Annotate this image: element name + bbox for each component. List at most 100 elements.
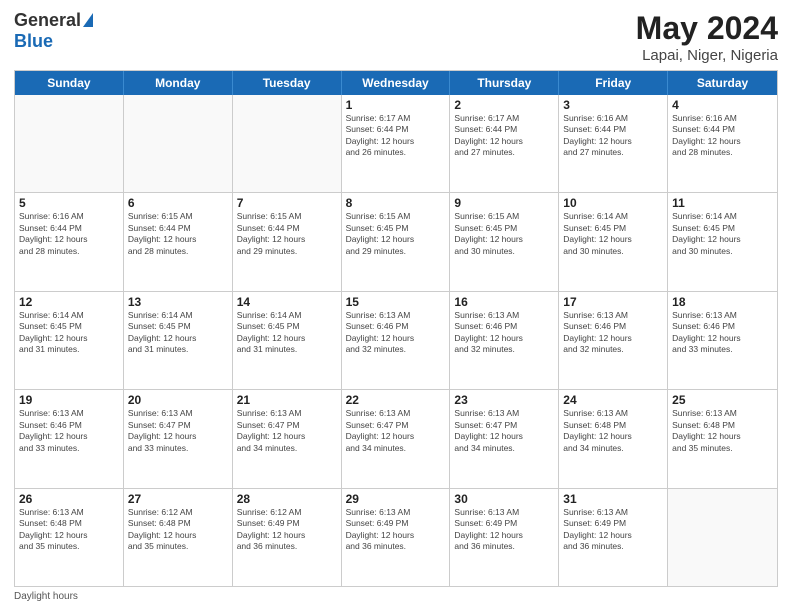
cal-week-row: 19Sunrise: 6:13 AMSunset: 6:46 PMDayligh… [15,390,777,488]
title-area: May 2024 Lapai, Niger, Nigeria [636,10,778,64]
cal-header-day: Tuesday [233,71,342,95]
cell-date-number: 7 [237,196,337,210]
cell-date-number: 22 [346,393,446,407]
cal-cell: 30Sunrise: 6:13 AMSunset: 6:49 PMDayligh… [450,489,559,586]
cell-date-number: 5 [19,196,119,210]
cell-date-number: 20 [128,393,228,407]
cell-info-text: Sunrise: 6:13 AMSunset: 6:46 PMDaylight:… [346,310,446,356]
cell-date-number: 9 [454,196,554,210]
cell-date-number: 30 [454,492,554,506]
cal-header-day: Saturday [668,71,777,95]
cell-info-text: Sunrise: 6:13 AMSunset: 6:46 PMDaylight:… [672,310,773,356]
footer-note: Daylight hours [14,591,778,602]
daylight-label: Daylight hours [14,591,78,602]
cell-date-number: 27 [128,492,228,506]
cal-cell [124,95,233,192]
cell-info-text: Sunrise: 6:13 AMSunset: 6:47 PMDaylight:… [237,408,337,454]
logo-general-text: General [14,10,81,31]
cell-info-text: Sunrise: 6:17 AMSunset: 6:44 PMDaylight:… [454,113,554,159]
cal-cell [233,95,342,192]
logo: General Blue [14,10,93,52]
cal-week-row: 26Sunrise: 6:13 AMSunset: 6:48 PMDayligh… [15,489,777,586]
cell-info-text: Sunrise: 6:17 AMSunset: 6:44 PMDaylight:… [346,113,446,159]
cell-date-number: 29 [346,492,446,506]
cell-date-number: 23 [454,393,554,407]
cell-info-text: Sunrise: 6:13 AMSunset: 6:47 PMDaylight:… [454,408,554,454]
cell-date-number: 26 [19,492,119,506]
cal-cell: 5Sunrise: 6:16 AMSunset: 6:44 PMDaylight… [15,193,124,290]
logo-blue-text: Blue [14,31,53,52]
cell-date-number: 13 [128,295,228,309]
cell-date-number: 8 [346,196,446,210]
cell-date-number: 21 [237,393,337,407]
cal-cell: 12Sunrise: 6:14 AMSunset: 6:45 PMDayligh… [15,292,124,389]
cal-cell: 19Sunrise: 6:13 AMSunset: 6:46 PMDayligh… [15,390,124,487]
cal-cell [15,95,124,192]
cal-header-day: Friday [559,71,668,95]
cal-week-row: 1Sunrise: 6:17 AMSunset: 6:44 PMDaylight… [15,95,777,193]
cal-cell: 26Sunrise: 6:13 AMSunset: 6:48 PMDayligh… [15,489,124,586]
cal-header-day: Sunday [15,71,124,95]
cal-cell [668,489,777,586]
cell-info-text: Sunrise: 6:13 AMSunset: 6:48 PMDaylight:… [563,408,663,454]
cal-cell: 27Sunrise: 6:12 AMSunset: 6:48 PMDayligh… [124,489,233,586]
cell-info-text: Sunrise: 6:13 AMSunset: 6:49 PMDaylight:… [563,507,663,553]
cell-date-number: 19 [19,393,119,407]
cal-cell: 3Sunrise: 6:16 AMSunset: 6:44 PMDaylight… [559,95,668,192]
main-title: May 2024 [636,10,778,47]
cal-cell: 21Sunrise: 6:13 AMSunset: 6:47 PMDayligh… [233,390,342,487]
cell-date-number: 25 [672,393,773,407]
cell-info-text: Sunrise: 6:14 AMSunset: 6:45 PMDaylight:… [19,310,119,356]
logo-text: General [14,10,93,31]
cal-cell: 11Sunrise: 6:14 AMSunset: 6:45 PMDayligh… [668,193,777,290]
cal-cell: 25Sunrise: 6:13 AMSunset: 6:48 PMDayligh… [668,390,777,487]
cal-header-day: Thursday [450,71,559,95]
cal-week-row: 12Sunrise: 6:14 AMSunset: 6:45 PMDayligh… [15,292,777,390]
cell-date-number: 4 [672,98,773,112]
cell-date-number: 31 [563,492,663,506]
cell-info-text: Sunrise: 6:15 AMSunset: 6:45 PMDaylight:… [454,211,554,257]
calendar-body: 1Sunrise: 6:17 AMSunset: 6:44 PMDaylight… [15,95,777,586]
cell-info-text: Sunrise: 6:13 AMSunset: 6:49 PMDaylight:… [346,507,446,553]
cal-cell: 10Sunrise: 6:14 AMSunset: 6:45 PMDayligh… [559,193,668,290]
cal-cell: 16Sunrise: 6:13 AMSunset: 6:46 PMDayligh… [450,292,559,389]
cell-info-text: Sunrise: 6:13 AMSunset: 6:46 PMDaylight:… [563,310,663,356]
logo-triangle-icon [83,13,93,27]
cell-date-number: 18 [672,295,773,309]
cal-cell: 14Sunrise: 6:14 AMSunset: 6:45 PMDayligh… [233,292,342,389]
cell-info-text: Sunrise: 6:15 AMSunset: 6:44 PMDaylight:… [128,211,228,257]
cell-info-text: Sunrise: 6:13 AMSunset: 6:48 PMDaylight:… [19,507,119,553]
cell-info-text: Sunrise: 6:16 AMSunset: 6:44 PMDaylight:… [672,113,773,159]
subtitle: Lapai, Niger, Nigeria [636,47,778,64]
cal-cell: 24Sunrise: 6:13 AMSunset: 6:48 PMDayligh… [559,390,668,487]
cell-info-text: Sunrise: 6:13 AMSunset: 6:47 PMDaylight:… [128,408,228,454]
cell-date-number: 6 [128,196,228,210]
cell-date-number: 11 [672,196,773,210]
cal-cell: 9Sunrise: 6:15 AMSunset: 6:45 PMDaylight… [450,193,559,290]
cal-header-day: Wednesday [342,71,451,95]
cell-info-text: Sunrise: 6:13 AMSunset: 6:49 PMDaylight:… [454,507,554,553]
cal-cell: 17Sunrise: 6:13 AMSunset: 6:46 PMDayligh… [559,292,668,389]
cal-cell: 20Sunrise: 6:13 AMSunset: 6:47 PMDayligh… [124,390,233,487]
cal-cell: 22Sunrise: 6:13 AMSunset: 6:47 PMDayligh… [342,390,451,487]
cell-info-text: Sunrise: 6:14 AMSunset: 6:45 PMDaylight:… [563,211,663,257]
cell-date-number: 16 [454,295,554,309]
cell-info-text: Sunrise: 6:15 AMSunset: 6:45 PMDaylight:… [346,211,446,257]
cal-cell: 15Sunrise: 6:13 AMSunset: 6:46 PMDayligh… [342,292,451,389]
cell-date-number: 17 [563,295,663,309]
cell-date-number: 10 [563,196,663,210]
cell-info-text: Sunrise: 6:14 AMSunset: 6:45 PMDaylight:… [672,211,773,257]
cell-info-text: Sunrise: 6:12 AMSunset: 6:49 PMDaylight:… [237,507,337,553]
cell-date-number: 14 [237,295,337,309]
header: General Blue May 2024 Lapai, Niger, Nige… [14,10,778,64]
cell-date-number: 24 [563,393,663,407]
cal-cell: 4Sunrise: 6:16 AMSunset: 6:44 PMDaylight… [668,95,777,192]
cal-week-row: 5Sunrise: 6:16 AMSunset: 6:44 PMDaylight… [15,193,777,291]
cell-date-number: 12 [19,295,119,309]
cal-cell: 29Sunrise: 6:13 AMSunset: 6:49 PMDayligh… [342,489,451,586]
cal-cell: 8Sunrise: 6:15 AMSunset: 6:45 PMDaylight… [342,193,451,290]
cell-info-text: Sunrise: 6:13 AMSunset: 6:48 PMDaylight:… [672,408,773,454]
cal-cell: 31Sunrise: 6:13 AMSunset: 6:49 PMDayligh… [559,489,668,586]
cell-date-number: 15 [346,295,446,309]
cal-cell: 18Sunrise: 6:13 AMSunset: 6:46 PMDayligh… [668,292,777,389]
